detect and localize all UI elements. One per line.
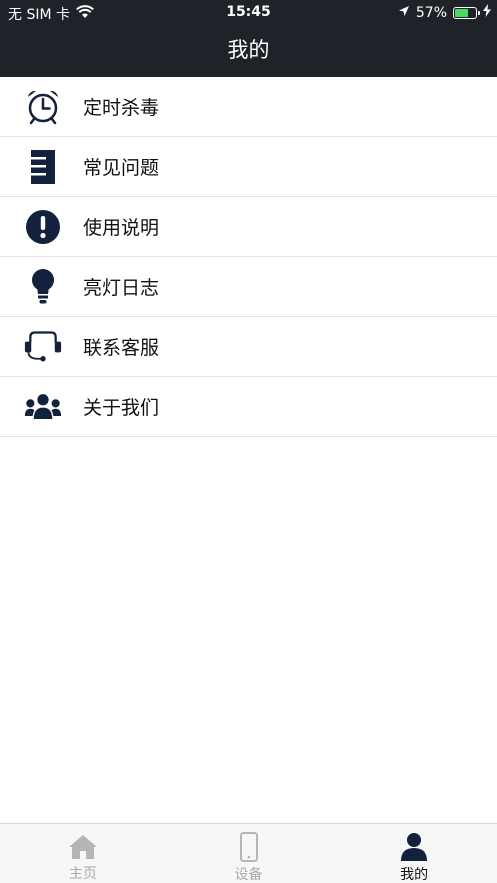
location-arrow-icon	[398, 5, 410, 21]
alarm-clock-icon	[24, 88, 62, 126]
menu-item-label: 联系客服	[83, 337, 160, 359]
menu-item-label: 常见问题	[83, 157, 160, 179]
menu-item-scheduled-antivirus[interactable]: 定时杀毒	[0, 77, 497, 137]
top-header: 无 SIM 卡 15:45 57% 我的	[0, 0, 497, 77]
group-icon	[24, 388, 62, 426]
home-icon	[68, 832, 98, 861]
tab-mine[interactable]: 我的	[331, 824, 497, 883]
status-bar: 无 SIM 卡 15:45 57%	[0, 0, 497, 26]
menu-item-label: 关于我们	[83, 397, 160, 419]
bottom-tab-bar: 主页 设备 我的	[0, 823, 497, 883]
phone-icon	[234, 832, 264, 862]
battery-fill	[455, 8, 468, 17]
headset-icon	[24, 328, 62, 366]
tab-label: 设备	[234, 867, 263, 883]
battery-percent: 57%	[415, 4, 447, 21]
menu-item-faq[interactable]: 常见问题	[0, 137, 497, 197]
status-right: 57%	[398, 4, 491, 21]
menu-item-label: 定时杀毒	[83, 97, 160, 119]
charging-bolt-icon	[483, 4, 491, 21]
tab-home[interactable]: 主页	[0, 824, 166, 883]
page-title: 我的	[227, 38, 270, 62]
exclamation-circle-icon	[24, 208, 62, 246]
menu-item-about-us[interactable]: 关于我们	[0, 377, 497, 437]
menu-list: 定时杀毒 常见问题 使用说明 亮灯日志 联系客服 关于我们	[0, 77, 497, 437]
battery-icon	[453, 6, 480, 19]
light-bulb-icon	[24, 268, 62, 306]
tab-label: 我的	[400, 867, 429, 883]
menu-item-customer-service[interactable]: 联系客服	[0, 317, 497, 377]
user-icon	[399, 832, 429, 862]
tab-label: 主页	[68, 866, 97, 882]
tab-device[interactable]: 设备	[166, 824, 332, 883]
menu-item-light-log[interactable]: 亮灯日志	[0, 257, 497, 317]
menu-item-label: 使用说明	[83, 217, 160, 239]
document-list-icon	[24, 148, 62, 186]
menu-item-instructions[interactable]: 使用说明	[0, 197, 497, 257]
menu-item-label: 亮灯日志	[83, 277, 160, 299]
